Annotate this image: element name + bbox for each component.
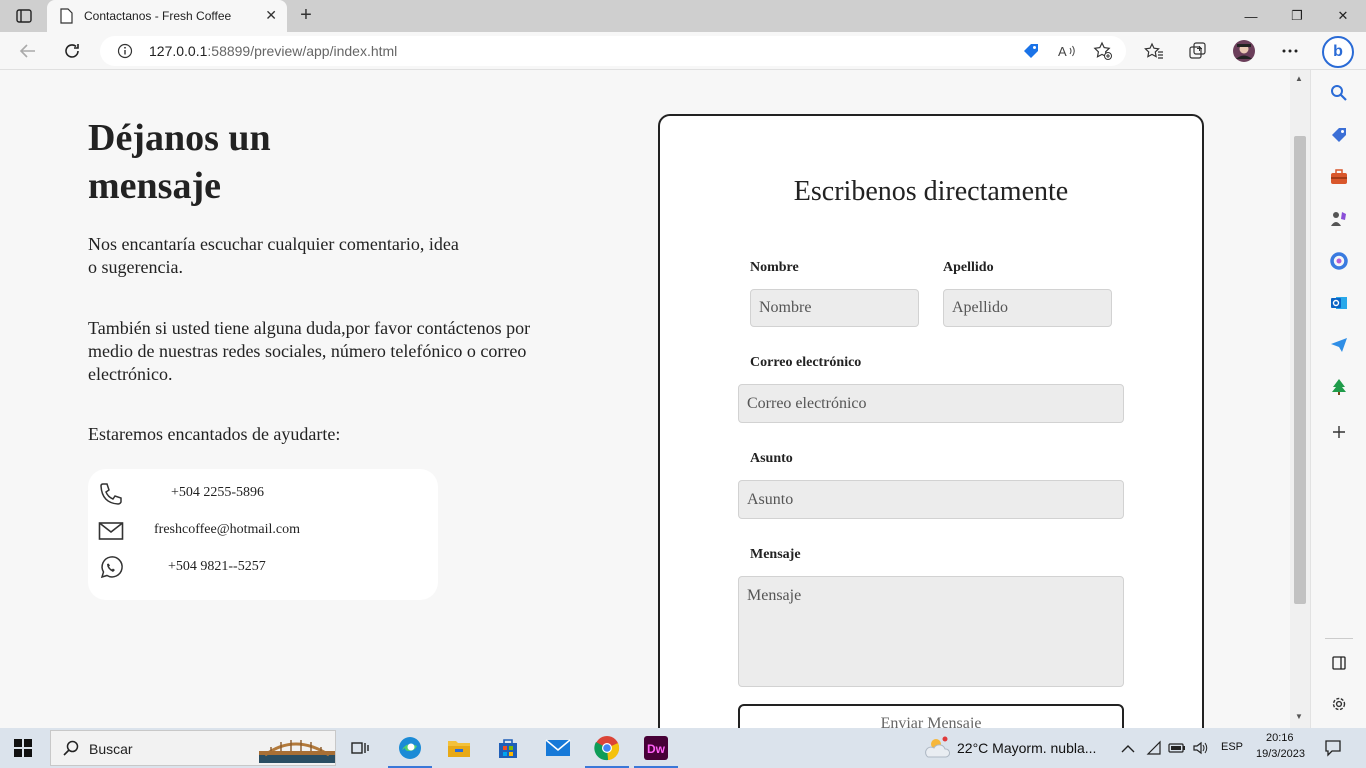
- network-icon[interactable]: [1146, 740, 1162, 761]
- svg-text:A: A: [1058, 44, 1067, 59]
- mensaje-label: Mensaje: [750, 547, 801, 562]
- scroll-down-icon[interactable]: ▼: [1295, 712, 1303, 721]
- form-title: Escribenos directamente: [793, 176, 1069, 207]
- search-icon[interactable]: [1329, 83, 1349, 103]
- clock-time[interactable]: 20:16: [1266, 732, 1294, 744]
- restore-icon[interactable]: ❐: [1274, 0, 1320, 32]
- task-view-icon[interactable]: [346, 734, 374, 762]
- scrollbar-thumb[interactable]: [1294, 136, 1306, 604]
- settings-gear-icon[interactable]: [1329, 694, 1349, 714]
- outlook-icon[interactable]: [1329, 293, 1349, 313]
- file-explorer-icon[interactable]: [445, 734, 473, 762]
- scroll-up-icon[interactable]: ▲: [1295, 74, 1303, 83]
- email-field[interactable]: [738, 384, 1124, 423]
- closing-text: Estaremos encantados de ayudarte:: [88, 424, 341, 444]
- address-bar[interactable]: 127.0.0.1:58899/preview/app/index.html A: [100, 36, 1126, 66]
- refresh-icon[interactable]: [60, 39, 84, 63]
- volume-icon[interactable]: [1192, 740, 1208, 761]
- phone-icon: [98, 481, 124, 507]
- contact-form: Escribenos directamente Nombre Apellido …: [658, 114, 1204, 728]
- help-text: También si usted tiene alguna duda,por f…: [88, 318, 531, 384]
- contact-card: +504 2255-5896 freshcoffee@hotmail.com +…: [88, 469, 438, 600]
- back-icon[interactable]: [16, 39, 40, 63]
- chrome-taskbar-icon[interactable]: [585, 734, 629, 768]
- svg-text:Dw: Dw: [647, 742, 666, 756]
- microsoft-365-icon[interactable]: [1329, 251, 1349, 271]
- browser-tab[interactable]: Contactanos - Fresh Coffee ✕: [47, 0, 287, 32]
- clock-date[interactable]: 19/3/2023: [1256, 748, 1305, 760]
- browser-toolbar: 127.0.0.1:58899/preview/app/index.html A: [0, 32, 1366, 70]
- edge-taskbar-icon[interactable]: [388, 734, 432, 768]
- apellido-label: Apellido: [943, 260, 994, 275]
- minimize-icon[interactable]: —: [1228, 0, 1274, 32]
- edge-sidebar: [1310, 70, 1366, 728]
- taskbar-search-icon: [63, 740, 79, 761]
- phone-contact: +504 2255-5896: [88, 481, 438, 511]
- add-favorite-icon[interactable]: [1092, 40, 1114, 62]
- whatsapp-number: +504 9821--5257: [168, 559, 266, 574]
- nombre-label: Nombre: [750, 260, 799, 275]
- taskbar-search-label: Buscar: [89, 741, 133, 757]
- page-viewport: Déjanos un mensaje Nos encantaría escuch…: [0, 70, 1290, 728]
- site-info-icon[interactable]: [117, 43, 133, 62]
- mail-icon: [98, 518, 124, 544]
- bing-chat-icon[interactable]: b: [1322, 36, 1354, 68]
- show-hidden-icons-icon[interactable]: [1121, 741, 1135, 759]
- page-scrollbar[interactable]: ▲ ▼: [1290, 70, 1310, 728]
- sidebar-divider: [1325, 638, 1353, 639]
- dreamweaver-icon[interactable]: Dw: [634, 734, 678, 768]
- language-indicator[interactable]: ESP: [1221, 741, 1243, 753]
- tools-icon[interactable]: [1329, 167, 1349, 187]
- tab-title: Contactanos - Fresh Coffee: [84, 9, 232, 23]
- page-favicon-icon: [59, 8, 73, 27]
- tab-actions-icon[interactable]: [8, 4, 40, 28]
- search-highlight-image: [259, 735, 335, 768]
- taskbar-search-box[interactable]: Buscar: [50, 730, 336, 766]
- whatsapp-contact: +504 9821--5257: [88, 555, 438, 585]
- add-sidebar-icon[interactable]: [1329, 422, 1349, 442]
- weather-icon[interactable]: [924, 735, 952, 766]
- correo-label: Correo electrónico: [750, 355, 862, 370]
- nombre-input[interactable]: [750, 289, 919, 327]
- hide-sidebar-icon[interactable]: [1329, 653, 1349, 673]
- read-aloud-icon[interactable]: A: [1056, 40, 1078, 62]
- asunto-label: Asunto: [750, 451, 793, 466]
- browser-tab-bar: Contactanos - Fresh Coffee ✕ + — ❐ ✕: [0, 0, 1366, 32]
- new-tab-button[interactable]: +: [294, 4, 318, 28]
- apellido-input[interactable]: [943, 289, 1112, 327]
- more-options-icon[interactable]: [1278, 39, 1302, 63]
- tab-close-icon[interactable]: ✕: [265, 7, 277, 24]
- tree-icon[interactable]: [1329, 377, 1349, 397]
- url-text: 127.0.0.1:58899/preview/app/index.html: [149, 43, 397, 59]
- intro-text: Nos encantaría escuchar cualquier coment…: [88, 234, 459, 277]
- page-heading: Déjanos un mensaje: [88, 117, 271, 207]
- mail-app-icon[interactable]: [544, 734, 572, 762]
- url-host: 127.0.0.1: [149, 43, 208, 59]
- close-window-icon[interactable]: ✕: [1320, 0, 1366, 32]
- microsoft-store-icon[interactable]: [494, 734, 522, 762]
- mensaje-textarea[interactable]: [738, 576, 1124, 687]
- profile-avatar[interactable]: [1232, 39, 1256, 63]
- whatsapp-icon: [98, 555, 124, 581]
- shopping-tag-icon[interactable]: [1020, 40, 1042, 62]
- games-icon[interactable]: [1329, 209, 1349, 229]
- windows-start-icon[interactable]: [14, 739, 32, 757]
- window-controls: — ❐ ✕: [1228, 0, 1366, 32]
- favorites-icon[interactable]: [1142, 39, 1166, 63]
- send-icon[interactable]: [1329, 335, 1349, 355]
- shopping-icon[interactable]: [1329, 125, 1349, 145]
- email-address: freshcoffee@hotmail.com: [154, 522, 300, 537]
- url-path: :58899/preview/app/index.html: [207, 43, 398, 59]
- email-contact: freshcoffee@hotmail.com: [88, 518, 438, 548]
- phone-number: +504 2255-5896: [171, 485, 265, 500]
- weather-text[interactable]: 22°C Mayorm. nubla...: [957, 740, 1096, 756]
- asunto-input[interactable]: [738, 480, 1124, 519]
- submit-button[interactable]: Enviar Mensaje: [738, 704, 1124, 728]
- collections-icon[interactable]: [1186, 39, 1210, 63]
- windows-taskbar: Buscar Dw 22°C Mayorm. nubla... ESP 20:1: [0, 728, 1366, 768]
- battery-icon[interactable]: [1168, 741, 1186, 759]
- notifications-icon[interactable]: [1324, 739, 1342, 762]
